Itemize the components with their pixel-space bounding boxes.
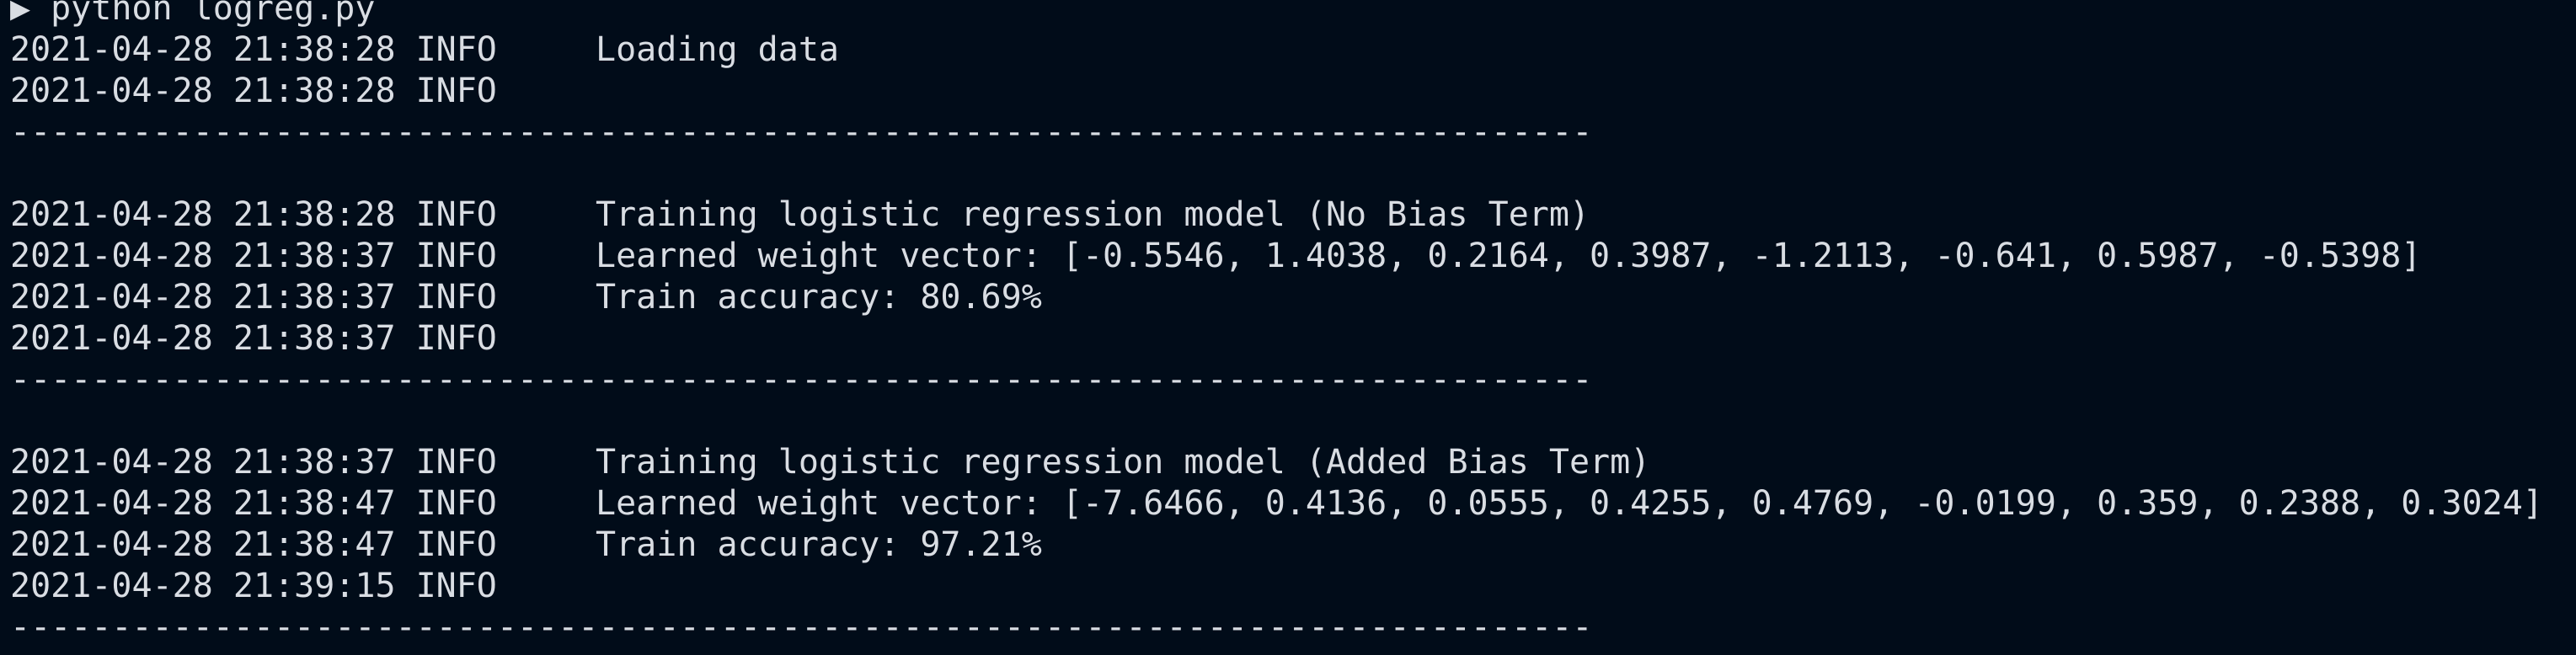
log-line: 2021-04-28 21:38:37 INFO [10,318,2571,359]
log-timestamp: 2021-04-28 21:38:37 INFO [10,318,596,359]
log-message: Training logistic regression model (Adde… [596,443,1651,482]
log-level: INFO [415,237,497,275]
log-level: INFO [415,278,497,317]
log-date: 2021-04-28 21:38:37 [10,278,396,317]
log-level: INFO [415,525,497,564]
log-timestamp: 2021-04-28 21:38:28 INFO [10,29,596,71]
separator-text: ----------------------------------------… [10,360,1593,399]
log-message: Learned weight vector: [-7.6466, 0.4136,… [596,484,2543,523]
log-level: INFO [415,484,497,523]
log-timestamp: 2021-04-28 21:39:15 INFO [10,566,596,607]
log-timestamp: 2021-04-28 21:38:28 INFO [10,71,596,112]
log-message: Train accuracy: 80.69% [596,278,1042,317]
log-timestamp: 2021-04-28 21:38:47 INFO [10,525,596,566]
command-prompt-line: ▶ python logreg.py [10,0,2571,29]
log-line: 2021-04-28 21:39:15 INFO [10,566,2571,607]
separator-text: ----------------------------------------… [10,608,1593,647]
log-date: 2021-04-28 21:38:28 [10,30,396,69]
log-message: Learned weight vector: [-0.5546, 1.4038,… [596,237,2422,275]
log-timestamp: 2021-04-28 21:38:47 INFO [10,483,596,525]
prompt-arrow-icon: ▶ [10,0,31,28]
log-line: 2021-04-28 21:38:47 INFO Learned weight ve… [10,483,2571,525]
log-line: 2021-04-28 21:38:37 INFO Training logistic… [10,442,2571,483]
log-message: Training logistic regression model (No B… [596,195,1590,234]
log-level: INFO [415,30,497,69]
terminal-output: ▶ python logreg.py 2021-04-28 21:38:28 IN… [10,0,2571,648]
log-line: 2021-04-28 21:38:28 INFO [10,71,2571,112]
log-date: 2021-04-28 21:39:15 [10,567,396,605]
separator-text: ----------------------------------------… [10,113,1593,152]
log-line: 2021-04-28 21:38:28 INFO Training logistic… [10,194,2571,236]
log-line: 2021-04-28 21:38:47 INFO Train accuracy: 9… [10,525,2571,566]
log-date: 2021-04-28 21:38:28 [10,72,396,110]
log-message: Loading data [596,30,839,69]
log-line: 2021-04-28 21:38:37 INFO Train accuracy: 8… [10,277,2571,318]
log-timestamp: 2021-04-28 21:38:37 INFO [10,236,596,277]
log-date: 2021-04-28 21:38:28 [10,195,396,234]
log-timestamp: 2021-04-28 21:38:28 INFO [10,194,596,236]
log-date: 2021-04-28 21:38:37 [10,443,396,482]
log-date: 2021-04-28 21:38:37 [10,319,396,358]
log-line: 2021-04-28 21:38:37 INFO Learned weight ve… [10,236,2571,277]
log-message: Train accuracy: 97.21% [596,525,1042,564]
separator-line: ----------------------------------------… [10,607,2571,648]
log-date: 2021-04-28 21:38:47 [10,484,396,523]
log-level: INFO [415,195,497,234]
log-level: INFO [415,567,497,605]
command-text: python logreg.py [51,0,376,28]
log-level: INFO [415,319,497,358]
log-level: INFO [415,72,497,110]
log-date: 2021-04-28 21:38:47 [10,525,396,564]
separator-line: ----------------------------------------… [10,112,2571,153]
terminal-window[interactable]: ▶ python logreg.py 2021-04-28 21:38:28 IN… [0,0,2576,655]
log-timestamp: 2021-04-28 21:38:37 INFO [10,442,596,483]
log-timestamp: 2021-04-28 21:38:37 INFO [10,277,596,318]
log-level: INFO [415,443,497,482]
log-line: 2021-04-28 21:38:28 INFO Loading data [10,29,2571,71]
log-date: 2021-04-28 21:38:37 [10,237,396,275]
separator-line: ----------------------------------------… [10,359,2571,401]
